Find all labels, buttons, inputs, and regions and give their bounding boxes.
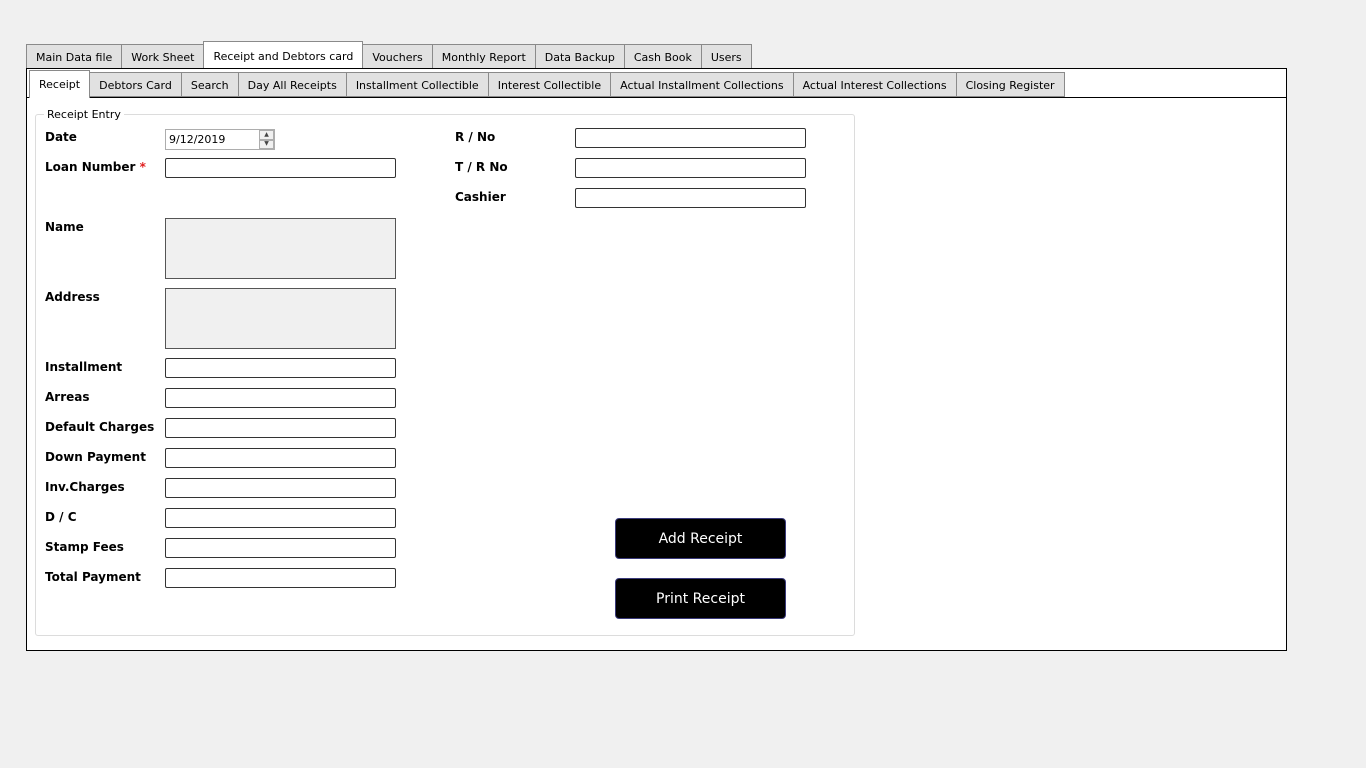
down-payment-label: Down Payment	[45, 450, 146, 464]
spin-down-icon[interactable]: ▼	[259, 139, 274, 149]
name-label: Name	[45, 220, 84, 234]
installment-input[interactable]	[165, 358, 396, 378]
arreas-input[interactable]	[165, 388, 396, 408]
rno-input[interactable]	[575, 128, 806, 148]
rno-label: R / No	[455, 130, 496, 144]
stamp-fees-input[interactable]	[165, 538, 396, 558]
date-spinner: ▲ ▼	[259, 130, 274, 149]
tab-receipt[interactable]: Receipt	[29, 70, 91, 98]
main-tab-bar: Main Data file Work Sheet Receipt and De…	[26, 41, 752, 69]
tab-work-sheet[interactable]: Work Sheet	[121, 44, 204, 69]
tab-receipt-and-debtors-card[interactable]: Receipt and Debtors card	[203, 41, 364, 68]
date-value: 9/12/2019	[169, 133, 226, 146]
dc-input[interactable]	[165, 508, 396, 528]
trno-label: T / R No	[455, 160, 508, 174]
tab-data-backup[interactable]: Data Backup	[534, 44, 624, 69]
add-receipt-button[interactable]: Add Receipt	[615, 518, 786, 559]
total-payment-input[interactable]	[165, 568, 396, 588]
address-field[interactable]	[165, 288, 396, 349]
tab-day-all-receipts[interactable]: Day All Receipts	[237, 72, 346, 97]
cashier-input[interactable]	[575, 188, 806, 208]
sub-tab-bar: Receipt Debtors Card Search Day All Rece…	[29, 70, 1065, 98]
trno-input[interactable]	[575, 158, 806, 178]
tab-installment-collectible[interactable]: Installment Collectible	[345, 72, 488, 97]
tab-main-data-file[interactable]: Main Data file	[26, 44, 122, 69]
receipt-entry-legend: Receipt Entry	[44, 109, 124, 121]
date-label: Date	[45, 130, 77, 144]
cashier-label: Cashier	[455, 190, 506, 204]
total-payment-label: Total Payment	[45, 570, 141, 584]
print-receipt-button[interactable]: Print Receipt	[615, 578, 786, 619]
tab-closing-register[interactable]: Closing Register	[955, 72, 1065, 97]
default-charges-label: Default Charges	[45, 420, 155, 434]
tab-search[interactable]: Search	[180, 72, 238, 97]
tab-monthly-report[interactable]: Monthly Report	[431, 44, 535, 69]
sub-tab-divider	[27, 97, 1286, 98]
loan-number-label: Loan Number *	[45, 160, 146, 174]
spin-up-icon[interactable]: ▲	[259, 130, 274, 140]
required-marker: *	[139, 160, 146, 174]
address-label: Address	[45, 290, 100, 304]
dc-label: D / C	[45, 510, 77, 524]
date-picker[interactable]: 9/12/2019 ▲ ▼	[165, 129, 275, 150]
tab-actual-installment-collections[interactable]: Actual Installment Collections	[610, 72, 793, 97]
receipt-entry-group: Receipt Entry Date 9/12/2019 ▲ ▼ Loan Nu…	[35, 109, 855, 636]
tab-interest-collectible[interactable]: Interest Collectible	[487, 72, 611, 97]
down-payment-input[interactable]	[165, 448, 396, 468]
tab-vouchers[interactable]: Vouchers	[363, 44, 432, 69]
tab-cash-book[interactable]: Cash Book	[623, 44, 701, 69]
tab-debtors-card[interactable]: Debtors Card	[90, 72, 181, 97]
tab-actual-interest-collections[interactable]: Actual Interest Collections	[792, 72, 956, 97]
inv-charges-input[interactable]	[165, 478, 396, 498]
tab-users[interactable]: Users	[700, 44, 752, 69]
installment-label: Installment	[45, 360, 123, 374]
loan-number-input[interactable]	[165, 158, 396, 178]
arreas-label: Arreas	[45, 390, 90, 404]
stamp-fees-label: Stamp Fees	[45, 540, 124, 554]
receipt-debtors-panel: Receipt Debtors Card Search Day All Rece…	[26, 68, 1287, 651]
name-field[interactable]	[165, 218, 396, 279]
default-charges-input[interactable]	[165, 418, 396, 438]
inv-charges-label: Inv.Charges	[45, 480, 125, 494]
